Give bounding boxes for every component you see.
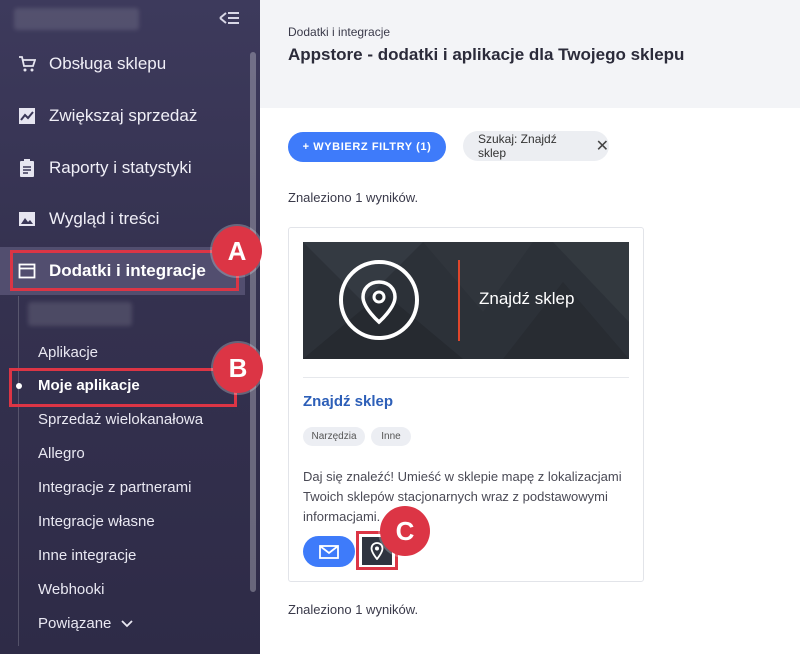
card-divider — [303, 377, 629, 378]
results-count-top: Znaleziono 1 wyników. — [288, 190, 419, 205]
submenu-item-aplikacje[interactable]: Aplikacje — [38, 343, 98, 363]
choose-filters-button[interactable]: + WYBIERZ FILTRY (1) — [288, 132, 446, 162]
sidebar: Obsługa sklepu Zwiększaj sprzedaż Raport… — [0, 0, 260, 654]
results-count-bottom: Znaleziono 1 wyników. — [288, 602, 419, 617]
image-icon — [18, 210, 36, 228]
search-filter-chip[interactable]: Szukaj: Znajdź sklep ✕ — [463, 131, 609, 161]
app-banner[interactable]: Znajdź sklep — [303, 242, 629, 359]
highlight-box-a — [10, 250, 239, 291]
tag-inne[interactable]: Inne — [371, 427, 411, 446]
submenu-item-sprzedaz-wielokanalowa[interactable]: Sprzedaż wielokanałowa — [38, 410, 203, 430]
mail-icon — [319, 544, 339, 559]
submenu-item-webhooki[interactable]: Webhooki — [38, 580, 104, 600]
app-description: Daj się znaleźć! Umieść w sklepie mapę z… — [303, 469, 622, 524]
submenu-item-inne-integracje[interactable]: Inne integracje — [38, 546, 136, 566]
contact-button[interactable] — [303, 536, 355, 567]
highlight-box-b — [9, 368, 237, 407]
clipboard-icon — [18, 159, 36, 177]
banner-title: Znajdź sklep — [479, 289, 575, 308]
submenu-item-integracje-partnerzy[interactable]: Integracje z partnerami — [38, 478, 191, 498]
marker-c: C — [380, 506, 430, 556]
store-name-blurred — [14, 8, 139, 30]
sidebar-item-zwiekszaj-sprzedaz[interactable]: Zwiększaj sprzedaż — [0, 92, 245, 140]
sidebar-item-label: Zwiększaj sprzedaż — [49, 106, 198, 125]
breadcrumb[interactable]: Dodatki i integracje — [288, 25, 390, 39]
submenu-item-label: Powiązane — [38, 615, 112, 632]
sidebar-scrollbar[interactable] — [250, 52, 256, 592]
marker-b: B — [213, 343, 263, 393]
search-chip-label: Szukaj: Znajdź sklep — [478, 132, 557, 160]
sidebar-item-label: Obsługa sklepu — [49, 54, 167, 73]
page-title: Appstore - dodatki i aplikacje dla Twoje… — [288, 45, 685, 64]
tag-narzedzia[interactable]: Narzędzia — [303, 427, 365, 446]
chevron-down-icon — [121, 620, 134, 628]
sidebar-item-label: Wygląd i treści — [49, 209, 160, 228]
sidebar-item-obsluga-sklepu[interactable]: Obsługa sklepu — [0, 40, 245, 88]
submenu-item-allegro[interactable]: Allegro — [38, 444, 85, 464]
submenu-item-integracje-wlasne[interactable]: Integracje własne — [38, 512, 155, 532]
marker-a: A — [212, 226, 262, 276]
sidebar-item-raporty[interactable]: Raporty i statystyki — [0, 144, 245, 192]
submenu-line — [18, 296, 19, 646]
collapse-sidebar-icon[interactable] — [216, 10, 242, 30]
close-icon[interactable]: ✕ — [596, 136, 609, 156]
app-title-link[interactable]: Znajdź sklep — [303, 393, 393, 410]
sidebar-item-label: Raporty i statystyki — [49, 158, 192, 177]
cart-icon — [18, 55, 36, 73]
chart-icon — [18, 107, 36, 125]
submenu-item-powiazane[interactable]: Powiązane — [38, 614, 134, 634]
submenu-header-blurred — [28, 302, 132, 326]
sidebar-item-wyglad[interactable]: Wygląd i treści — [0, 195, 245, 243]
